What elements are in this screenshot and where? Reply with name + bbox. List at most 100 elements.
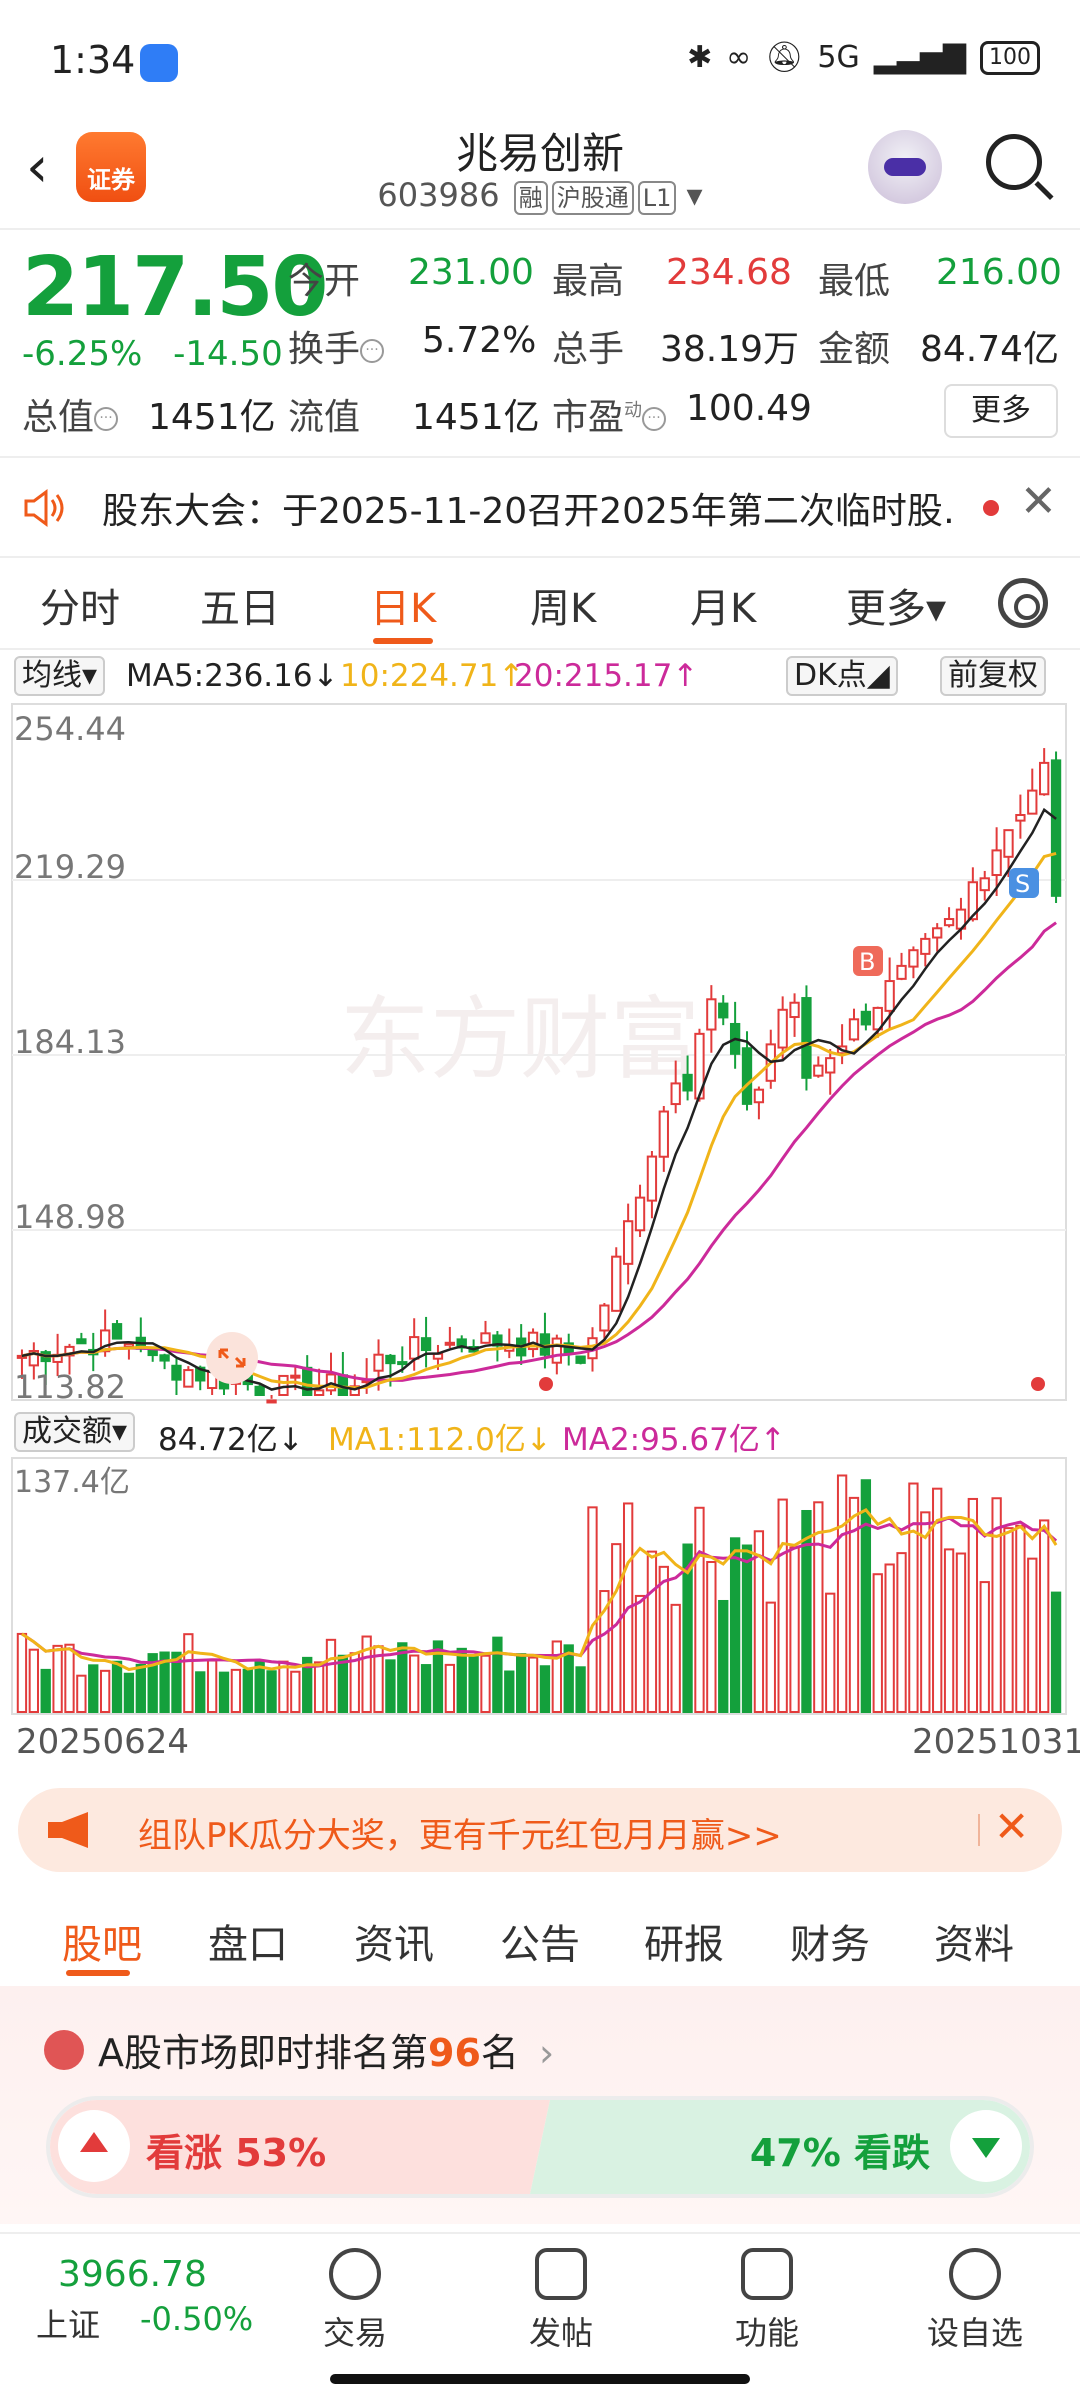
arrow-up-icon[interactable] — [58, 2110, 130, 2182]
watermark: 东方财富 — [340, 990, 700, 1090]
volume-bar — [575, 1666, 586, 1714]
candle-body — [991, 849, 1002, 877]
candle-body — [385, 1354, 396, 1365]
tab-monthly-k[interactable]: 月K — [690, 576, 756, 634]
volume-indicator-selector[interactable]: 成交额▾ — [14, 1412, 136, 1452]
candle-body — [908, 949, 919, 968]
gear-icon[interactable] — [998, 578, 1048, 628]
event-dot[interactable] — [1031, 1377, 1045, 1391]
tag-level[interactable]: L1 — [637, 181, 677, 215]
battery-icon: 100 — [980, 40, 1040, 75]
ranking-section: A股市场即时排名第96名 › 看涨 53% 47% 看跌 — [0, 1986, 1080, 2224]
nav-function[interactable]: 功能 — [702, 2248, 832, 2354]
nav-post-label: 发帖 — [528, 2314, 593, 2352]
change-amount: -14.50 — [173, 334, 283, 374]
chart-tabs: 分时 五日 日K 周K 月K 更多▾ — [0, 560, 1080, 650]
sell-marker[interactable]: S — [1009, 868, 1039, 898]
volume-bar — [825, 1592, 836, 1713]
amount-value: 84.74亿 — [920, 329, 1060, 370]
candle-body — [1015, 814, 1026, 822]
nav-post[interactable]: 发帖 — [496, 2248, 626, 2354]
pe-value: 100.49 — [686, 388, 812, 429]
volume-bar — [955, 1552, 967, 1713]
nav-watchlist[interactable]: 设自选 — [910, 2248, 1040, 2354]
volume-bar — [884, 1563, 895, 1714]
volume-bar — [504, 1670, 515, 1713]
search-icon[interactable] — [986, 134, 1042, 190]
tab-news[interactable]: 资讯 — [354, 1912, 434, 1970]
high-label: 最高 — [552, 261, 625, 302]
event-dot[interactable] — [539, 1377, 553, 1391]
close-icon[interactable]: ✕ — [994, 1802, 1029, 1851]
indicator-selector[interactable]: 均线▾ — [14, 656, 106, 696]
volume-bar — [694, 1506, 705, 1713]
candle-body — [1039, 761, 1050, 796]
ranking-link[interactable]: A股市场即时排名第96名 › — [98, 2022, 554, 2077]
candlestick-chart[interactable]: 东方财富 254.44 219.29 184.13 148.98 113.82 … — [0, 700, 1080, 1410]
close-icon[interactable]: ✕ — [1020, 476, 1057, 527]
candle-body — [539, 1333, 551, 1356]
volume-bar — [836, 1474, 848, 1714]
mktcap-label-wrap[interactable]: 总值 ··· — [22, 388, 119, 440]
promo-banner[interactable]: 组队PK瓜分大奖，更有千元红包月月赢>> ✕ — [18, 1788, 1062, 1872]
volume-bar — [111, 1660, 123, 1714]
volume-bar — [456, 1647, 467, 1713]
tab-daily-k[interactable]: 日K — [370, 576, 436, 634]
network-label: 5G — [817, 40, 860, 75]
volume-chart[interactable]: 137.4亿 — [0, 1456, 1080, 1718]
candle-body — [254, 1385, 265, 1396]
candle-body — [480, 1332, 491, 1344]
tab-announcements[interactable]: 公告 — [500, 1912, 580, 1970]
volume-value: 84.72亿↓ — [158, 1422, 304, 1458]
tab-research[interactable]: 研报 — [644, 1912, 724, 1970]
candle-body — [789, 1001, 800, 1019]
candle-body — [860, 1010, 872, 1026]
chevron-down-icon[interactable]: ▾ — [687, 176, 703, 214]
candle-body — [884, 980, 895, 1012]
y-tick-1: 219.29 — [14, 848, 126, 886]
candle-body — [171, 1364, 182, 1381]
tab-weekly-k[interactable]: 周K — [530, 576, 596, 634]
notice-text: 股东大会：于2025-11-20召开2025年第二次临时股… — [102, 491, 952, 532]
tab-market[interactable]: 盘口 — [208, 1912, 288, 1970]
volume-bar — [587, 1506, 598, 1713]
turnover-label-wrap[interactable]: 换手 ··· — [288, 320, 385, 372]
arrow-down-icon[interactable] — [950, 2110, 1022, 2182]
candle-body — [741, 1047, 753, 1105]
collapse-icon[interactable] — [206, 1332, 258, 1384]
tab-finance[interactable]: 财务 — [790, 1912, 870, 1970]
volume-bar — [492, 1636, 503, 1713]
candle-body — [159, 1354, 170, 1362]
volume-value: 38.19万 — [660, 329, 800, 370]
volume-bar — [468, 1656, 479, 1713]
function-icon — [741, 2248, 793, 2300]
candle-body — [611, 1255, 622, 1312]
buy-marker[interactable]: B — [853, 946, 883, 976]
candle-body — [896, 964, 907, 980]
tab-intraday[interactable]: 分时 — [40, 576, 120, 634]
pe-label-wrap[interactable]: 市盈动 ··· — [552, 388, 667, 440]
volume-bar — [88, 1664, 99, 1714]
candle-body — [313, 1389, 325, 1396]
dk-point-toggle[interactable]: DK点◢ — [786, 656, 898, 696]
more-quote-button[interactable]: 更多 — [944, 384, 1058, 438]
ma5-value: MA5:236.16↓ — [126, 658, 339, 694]
nav-trade[interactable]: 交易 — [290, 2248, 420, 2354]
y-tick-4: 113.82 — [14, 1368, 126, 1406]
tab-forum[interactable]: 股吧 — [62, 1912, 142, 1970]
rank-number: 96 — [428, 2031, 481, 2075]
volume-bar — [896, 1552, 907, 1713]
adjust-toggle[interactable]: 前复权 — [940, 656, 1046, 696]
tab-five-day[interactable]: 五日 — [200, 576, 280, 634]
tab-profile[interactable]: 资料 — [934, 1912, 1014, 1970]
volume-bar — [729, 1537, 741, 1714]
volume-bar — [539, 1665, 551, 1714]
volume-legend: 成交额▾ 84.72亿↓ MA1:112.0亿↓ MA2:95.67亿↑ — [0, 1408, 1080, 1458]
tab-more[interactable]: 更多▾ — [846, 576, 946, 634]
volume-bar — [337, 1654, 349, 1713]
candle-body — [575, 1355, 586, 1364]
candle-body — [682, 1073, 693, 1092]
notice-bar[interactable]: 股东大会：于2025-11-20召开2025年第二次临时股… ✕ — [0, 456, 1080, 556]
content-tabs: 股吧 盘口 资讯 公告 研报 财务 资料 — [0, 1890, 1080, 1980]
assistant-robot-icon[interactable] — [868, 130, 942, 204]
